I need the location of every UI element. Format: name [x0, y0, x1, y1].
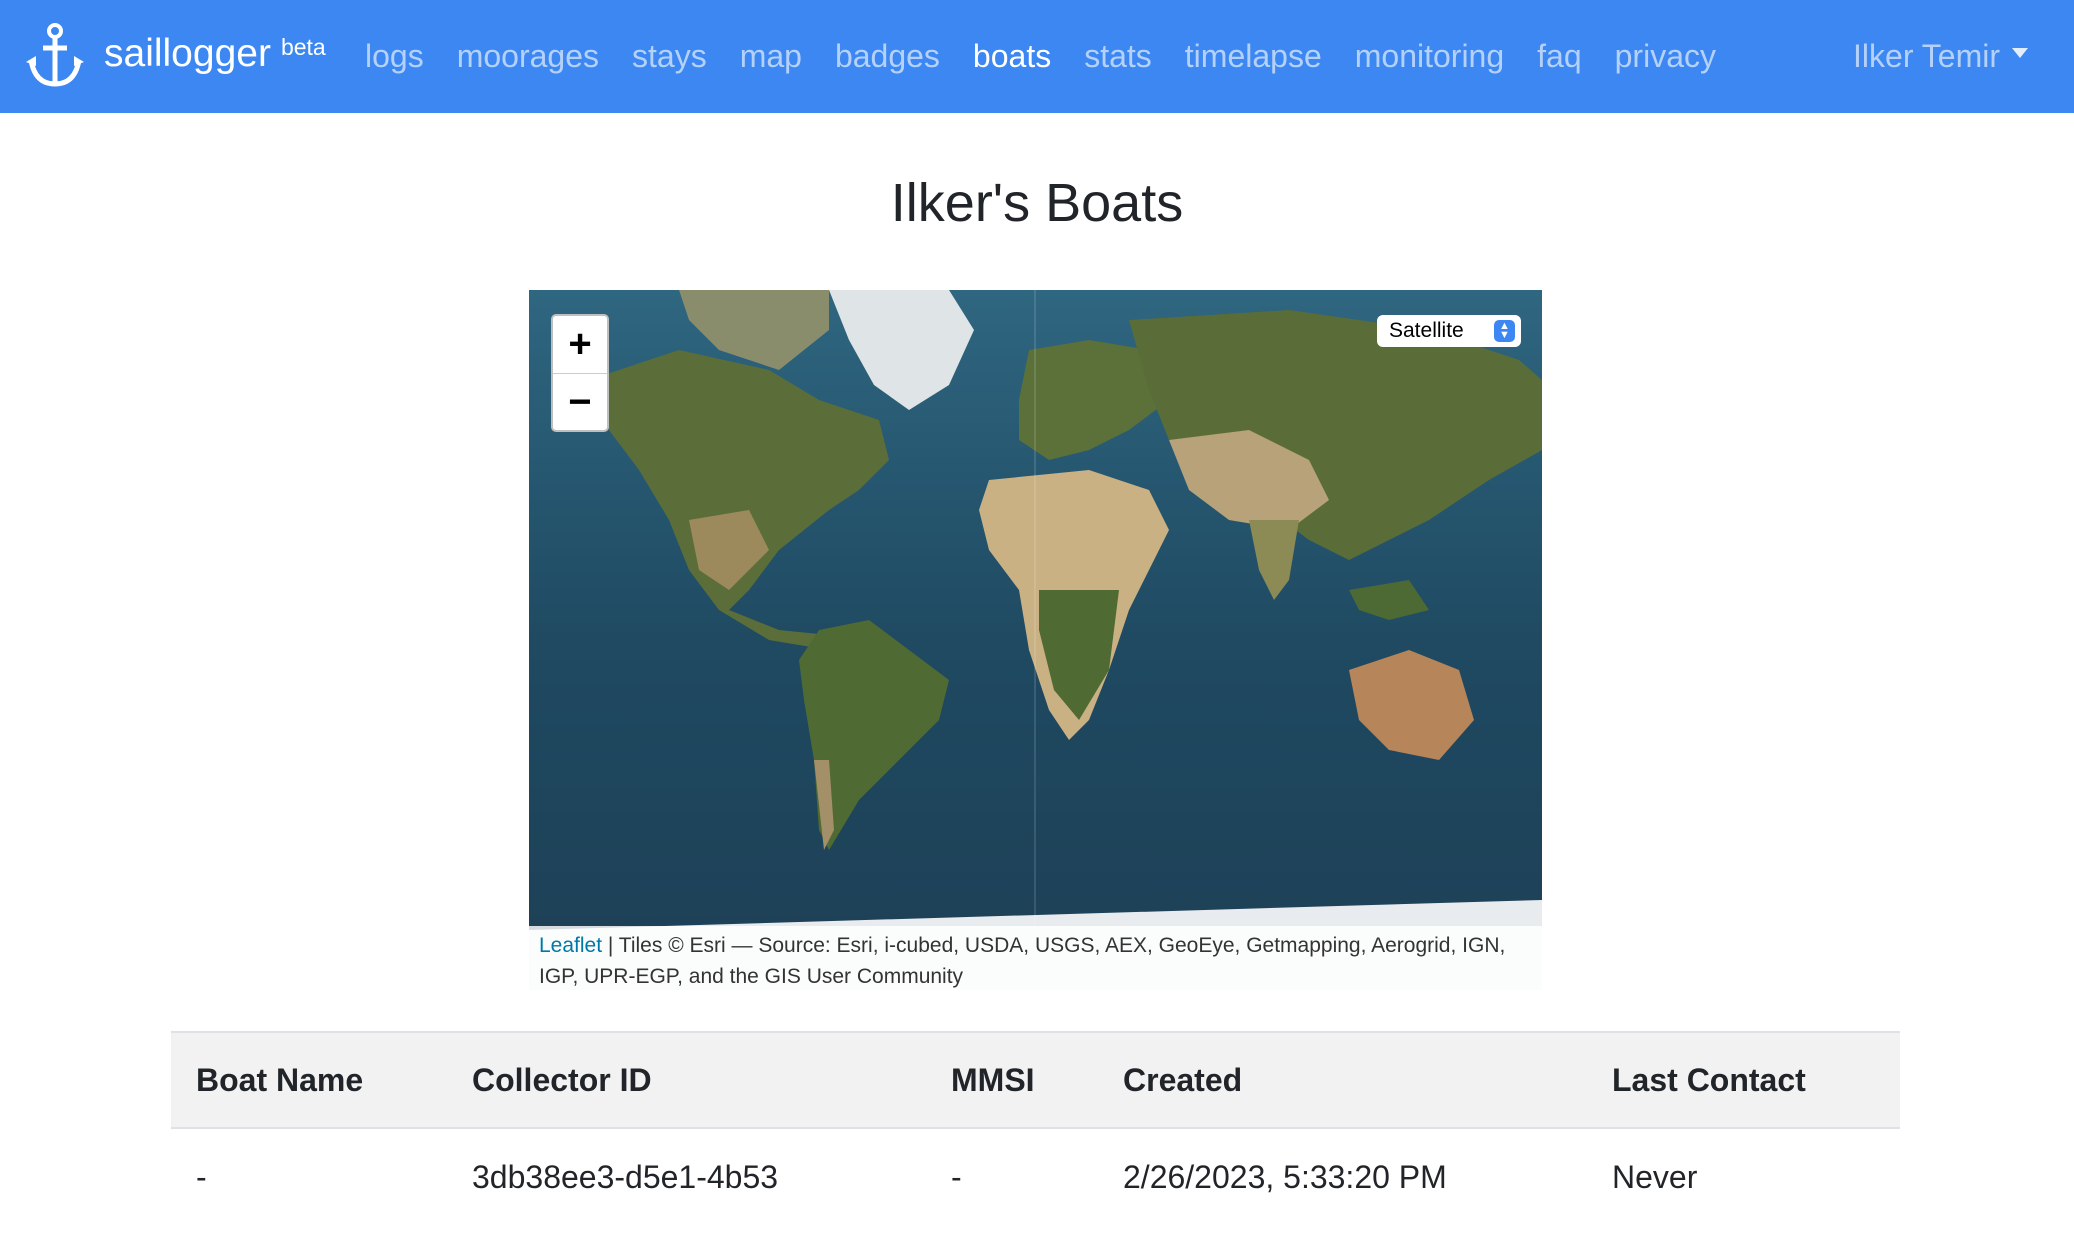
caret-down-icon[interactable]: [2012, 47, 2028, 58]
anchor-icon: [26, 23, 84, 87]
attribution-text: | Tiles © Esri — Source: Esri, i-cubed, …: [539, 934, 1506, 988]
nav-badges[interactable]: badges: [835, 38, 940, 75]
brand-name[interactable]: saillogger: [104, 32, 271, 76]
brand[interactable]: saillogger beta: [26, 22, 326, 88]
boats-table: Boat Name Collector ID MMSI Created Last…: [171, 1031, 1900, 1226]
nav-map[interactable]: map: [740, 38, 802, 75]
navbar: saillogger beta logs moorages stays map …: [0, 0, 2074, 113]
user-menu[interactable]: Ilker Temir: [1853, 0, 2028, 113]
nav-boats[interactable]: boats: [973, 38, 1051, 75]
cell-last-contact: Never: [1612, 1159, 1698, 1195]
map-layer-select[interactable]: Satellite ▲ ▼: [1377, 315, 1521, 347]
nav-timelapse[interactable]: timelapse: [1185, 38, 1322, 75]
map-layer-selected[interactable]: Satellite: [1389, 319, 1464, 343]
table-header-row: Boat Name Collector ID MMSI Created Last…: [171, 1032, 1900, 1128]
nav-logs[interactable]: logs: [365, 38, 424, 75]
map[interactable]: + − Satellite ▲ ▼ Leaflet | Tiles © Esri …: [529, 290, 1542, 990]
zoom-in-button[interactable]: +: [553, 316, 607, 374]
nav-moorages[interactable]: moorages: [457, 38, 599, 75]
map-attribution: Leaflet | Tiles © Esri — Source: Esri, i…: [529, 926, 1542, 990]
cell-created: 2/26/2023, 5:33:20 PM: [1123, 1159, 1447, 1195]
header-created: Created: [1123, 1061, 1243, 1098]
nav-stats[interactable]: stats: [1084, 38, 1152, 75]
page-title: Ilker's Boats: [890, 173, 1184, 233]
nav-stays[interactable]: stays: [632, 38, 707, 75]
user-name[interactable]: Ilker Temir: [1853, 38, 2000, 75]
header-boat-name: Boat Name: [196, 1061, 364, 1098]
cell-boat-name: -: [196, 1159, 207, 1195]
header-last-contact: Last Contact: [1612, 1061, 1806, 1098]
cell-mmsi: -: [951, 1159, 962, 1195]
header-collector-id: Collector ID: [472, 1061, 652, 1098]
select-arrows-icon[interactable]: ▲ ▼: [1494, 320, 1515, 342]
nav-faq[interactable]: faq: [1537, 38, 1581, 75]
nav-privacy[interactable]: privacy: [1615, 38, 1716, 75]
zoom-control: + −: [551, 314, 609, 432]
cell-collector-id: 3db38ee3-d5e1-4b53: [472, 1159, 779, 1195]
zoom-out-button[interactable]: −: [553, 374, 607, 431]
header-mmsi: MMSI: [951, 1061, 1035, 1098]
nav-links: logs moorages stays map badges boats sta…: [365, 0, 1749, 113]
beta-badge: beta: [280, 34, 326, 60]
leaflet-link[interactable]: Leaflet: [539, 934, 602, 957]
world-satellite-map[interactable]: [529, 290, 1542, 990]
nav-monitoring[interactable]: monitoring: [1355, 38, 1504, 75]
table-row[interactable]: - 3db38ee3-d5e1-4b53 - 2/26/2023, 5:33:2…: [171, 1128, 1900, 1226]
